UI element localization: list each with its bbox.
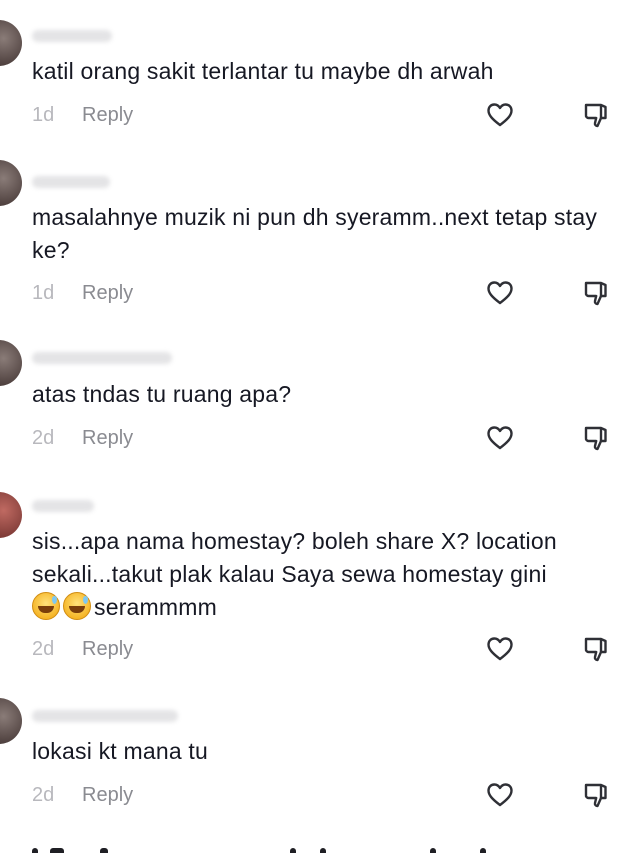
thumbs-down-icon[interactable] (582, 101, 612, 129)
heart-icon[interactable] (486, 425, 514, 451)
comment-timestamp: 1d (32, 281, 55, 304)
username-blurred[interactable] (32, 30, 112, 42)
cut-off-comment-text (20, 836, 520, 853)
sweat-smile-emoji-icon (63, 592, 91, 620)
username-blurred[interactable] (32, 500, 94, 512)
comment-text: katil orang sakit terlantar tu maybe dh … (32, 58, 494, 84)
comment-meta: 2d Reply (32, 782, 133, 808)
comment-meta: 2d Reply (32, 636, 133, 662)
comment-text: sis...apa nama homestay? boleh share X? … (32, 525, 622, 624)
username-blurred[interactable] (32, 710, 178, 722)
reply-button[interactable]: Reply (82, 282, 133, 305)
reply-button[interactable]: Reply (82, 638, 133, 661)
heart-icon[interactable] (486, 636, 514, 662)
avatar[interactable] (0, 492, 22, 538)
comment-timestamp: 2d (32, 783, 55, 806)
comment-text-main: sis...apa nama homestay? boleh share X? … (32, 528, 557, 587)
comment-meta: 2d Reply (32, 425, 133, 451)
heart-icon[interactable] (486, 782, 514, 808)
avatar[interactable] (0, 698, 22, 744)
username-blurred[interactable] (32, 352, 172, 364)
thumbs-down-icon[interactable] (582, 279, 612, 307)
comment-text: lokasi kt mana tu (32, 738, 208, 764)
comment-text: atas tndas tu ruang apa? (32, 381, 292, 407)
comment-text: masalahnye muzik ni pun dh syeramm..next… (32, 204, 598, 263)
thumbs-down-icon[interactable] (582, 781, 612, 809)
comment-timestamp: 1d (32, 103, 55, 126)
username-blurred[interactable] (32, 176, 110, 188)
avatar[interactable] (0, 160, 22, 206)
thumbs-down-icon[interactable] (582, 424, 612, 452)
thumbs-down-icon[interactable] (582, 635, 612, 663)
comment-meta: 1d Reply (32, 280, 133, 306)
avatar[interactable] (0, 340, 22, 386)
heart-icon[interactable] (486, 280, 514, 306)
heart-icon[interactable] (486, 102, 514, 128)
comment-timestamp: 2d (32, 637, 55, 660)
comment-meta: 1d Reply (32, 102, 133, 128)
avatar[interactable] (0, 20, 22, 66)
sweat-smile-emoji-icon (32, 592, 60, 620)
reply-button[interactable]: Reply (82, 427, 133, 450)
comment-list: katil orang sakit terlantar tu maybe dh … (0, 0, 640, 853)
reply-button[interactable]: Reply (82, 104, 133, 127)
reply-button[interactable]: Reply (82, 784, 133, 807)
comment-text-tail: serammmm (94, 594, 217, 620)
comment-timestamp: 2d (32, 426, 55, 449)
